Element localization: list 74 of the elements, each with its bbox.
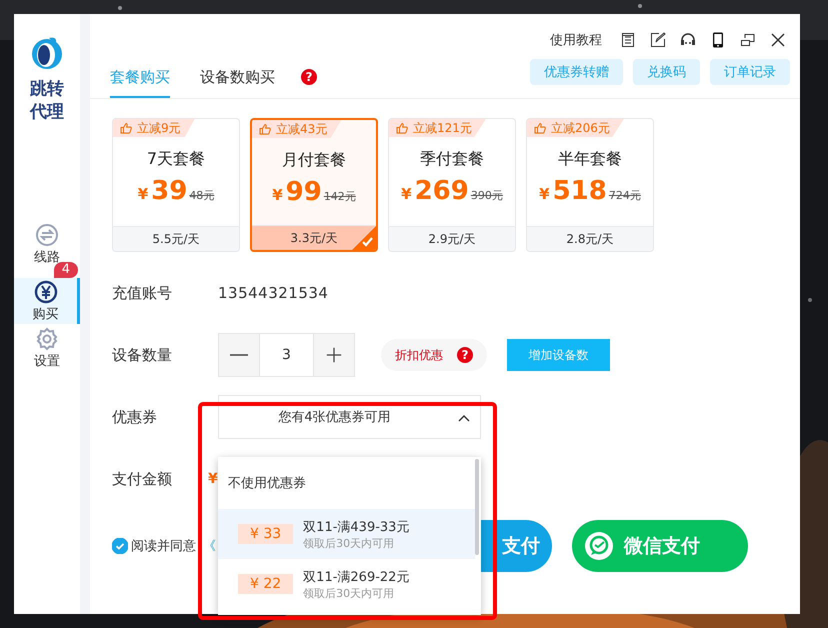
field-label: 支付金额 — [112, 470, 173, 488]
sidebar-item[interactable]: 购买 — [14, 278, 80, 324]
close-icon[interactable] — [770, 32, 786, 48]
field-label: 设备数量 — [112, 346, 173, 364]
coupon-option[interactable]: 不使用优惠券 — [218, 457, 475, 509]
coupon-amount: ¥ 22 — [238, 574, 294, 594]
per-day-price: 2.9元/天 — [389, 226, 515, 251]
discount-label: 折扣优惠 — [395, 346, 443, 364]
field-label: 充值账号 — [112, 284, 173, 302]
per-day-price: 5.5元/天 — [113, 226, 239, 251]
original-price: 724元 — [608, 188, 641, 203]
selected-check-icon — [352, 226, 376, 250]
original-price: 390元 — [470, 188, 503, 203]
original-price: 48元 — [189, 188, 214, 203]
thumbs-up-icon — [120, 122, 132, 134]
minus-icon — [230, 354, 248, 356]
headset-icon[interactable] — [680, 32, 696, 48]
checkbox[interactable] — [112, 538, 128, 554]
plan-price: 269 — [414, 176, 469, 206]
coupon-option[interactable]: ¥ 33 双11-满439-33元 领取后30天内可用 — [218, 509, 475, 559]
plus-icon — [325, 346, 343, 364]
chat-bubble-icon — [584, 531, 614, 561]
plan-name: 季付套餐 — [420, 149, 484, 170]
thumbs-up-icon — [396, 122, 408, 134]
settings-icon — [35, 327, 59, 351]
plan-price: 518 — [552, 176, 607, 206]
account-number: 13544321534 — [218, 284, 328, 302]
plan-price: 99 — [286, 177, 322, 207]
coupon-select[interactable]: 您有4张优惠券可用 — [218, 395, 481, 439]
thumbs-up-icon — [534, 122, 546, 134]
currency-sign: ¥ — [272, 186, 283, 204]
sidebar-item[interactable]: 设置 — [14, 324, 80, 372]
count-badge: 4 — [54, 262, 78, 278]
discount-tag: 立减43元 — [252, 120, 342, 138]
currency-sign: ¥ — [539, 185, 550, 203]
option-label: 不使用优惠券 — [228, 475, 306, 492]
plan-card[interactable]: 立减9元 7天套餐 ¥39 48元 5.5元/天 — [112, 118, 240, 252]
help-icon[interactable]: ? — [301, 69, 317, 85]
restore-icon[interactable] — [740, 32, 756, 48]
logo-text: 跳转代理 — [29, 78, 65, 124]
thumbs-up-icon — [259, 123, 271, 135]
per-day-price: 2.8元/天 — [527, 226, 653, 251]
coupon-note: 领取后30天内可用 — [303, 586, 396, 600]
discount-pill[interactable]: 折扣优惠 ? — [381, 339, 487, 371]
plan-card[interactable]: 立减121元 季付套餐 ¥269 390元 2.9元/天 — [388, 118, 516, 252]
discount-tag: 立减206元 — [527, 119, 624, 137]
coupon-title: 双11-满269-22元 — [303, 568, 410, 586]
currency-sign: ¥ — [138, 185, 148, 203]
plan-name: 月付套餐 — [282, 150, 346, 171]
currency-sign: ¥ — [401, 185, 412, 203]
field-label: 优惠券 — [112, 408, 158, 426]
plan-price: 39 — [151, 176, 188, 206]
discount-tag: 立减9元 — [113, 119, 195, 137]
per-day-price: 3.3元/天 — [252, 225, 376, 250]
coupon-amount: ¥ 33 — [238, 524, 294, 544]
swap-icon — [35, 223, 59, 247]
tab[interactable]: 设备数购买 — [200, 56, 275, 98]
plan-name: 7天套餐 — [146, 149, 206, 170]
edit-icon[interactable] — [650, 32, 666, 48]
coupon-title: 双11-满439-33元 — [303, 518, 410, 536]
currency-sign: ¥ — [208, 471, 218, 487]
original-price: 142元 — [324, 189, 356, 204]
tutorial-link[interactable]: 使用教程 — [550, 31, 602, 49]
plan-card[interactable]: 立减206元 半年套餐 ¥518 724元 2.8元/天 — [526, 118, 654, 252]
phone-icon[interactable] — [710, 32, 726, 48]
coupon-note: 领取后30天内可用 — [303, 536, 396, 550]
agreement-text: 阅读并同意 — [131, 538, 196, 555]
yen-icon — [34, 280, 58, 304]
help-icon[interactable]: ? — [457, 347, 473, 363]
notepad-icon[interactable] — [620, 32, 636, 48]
caret-icon — [458, 414, 470, 422]
plan-card[interactable]: 立减43元 月付套餐 ¥99 142元 3.3元/天 — [250, 118, 378, 252]
plan-name: 半年套餐 — [558, 149, 622, 170]
discount-tag: 立减121元 — [389, 119, 486, 137]
